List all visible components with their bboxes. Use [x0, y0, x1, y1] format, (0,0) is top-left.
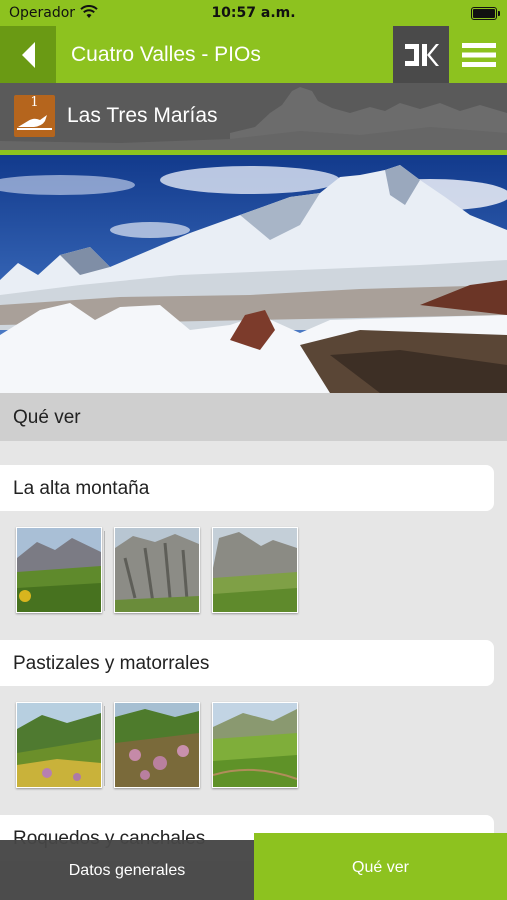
- location-badge: 1: [14, 95, 55, 137]
- location-bar: 1 Las Tres Marías: [0, 83, 507, 150]
- page-title: Cuatro Valles - PIOs: [71, 43, 261, 66]
- thumbnail-image[interactable]: [114, 527, 200, 613]
- battery-icon: [471, 7, 500, 20]
- status-bar: Operador 10:57 a.m.: [0, 0, 507, 26]
- status-time: 10:57 a.m.: [211, 5, 296, 21]
- location-name: Las Tres Marías: [67, 104, 218, 127]
- thumbnail-image[interactable]: [212, 702, 298, 788]
- cuatro-valles-logo-icon: [405, 43, 439, 66]
- tab-label: Qué ver: [352, 859, 409, 876]
- thumbnail-divider: [104, 706, 105, 786]
- category-header[interactable]: La alta montaña: [0, 465, 494, 511]
- bird-icon: [17, 115, 52, 130]
- thumbnail-divider: [104, 531, 105, 611]
- hamburger-menu-icon: [461, 42, 496, 67]
- bottom-tab-bar: Datos generales Qué ver: [0, 833, 507, 900]
- thumbnail-image[interactable]: [16, 702, 102, 788]
- brand-button[interactable]: [393, 26, 449, 83]
- tab-datos-generales[interactable]: Datos generales: [0, 840, 254, 900]
- tab-que-ver[interactable]: Qué ver: [254, 833, 507, 900]
- thumbnail-image[interactable]: [114, 702, 200, 788]
- section-header: Qué ver: [0, 393, 507, 441]
- menu-button[interactable]: [450, 26, 507, 83]
- tab-label: Datos generales: [68, 862, 186, 879]
- back-button[interactable]: [0, 26, 56, 83]
- back-arrow-icon: [22, 41, 35, 68]
- section-title: Qué ver: [13, 407, 81, 428]
- thumbnail-image[interactable]: [212, 527, 298, 613]
- category-title: La alta montaña: [13, 478, 150, 499]
- category-header[interactable]: Pastizales y matorrales: [0, 640, 494, 686]
- hero-image: [0, 155, 507, 393]
- thumbnail-image[interactable]: [16, 527, 102, 613]
- category-title: Pastizales y matorrales: [13, 653, 210, 674]
